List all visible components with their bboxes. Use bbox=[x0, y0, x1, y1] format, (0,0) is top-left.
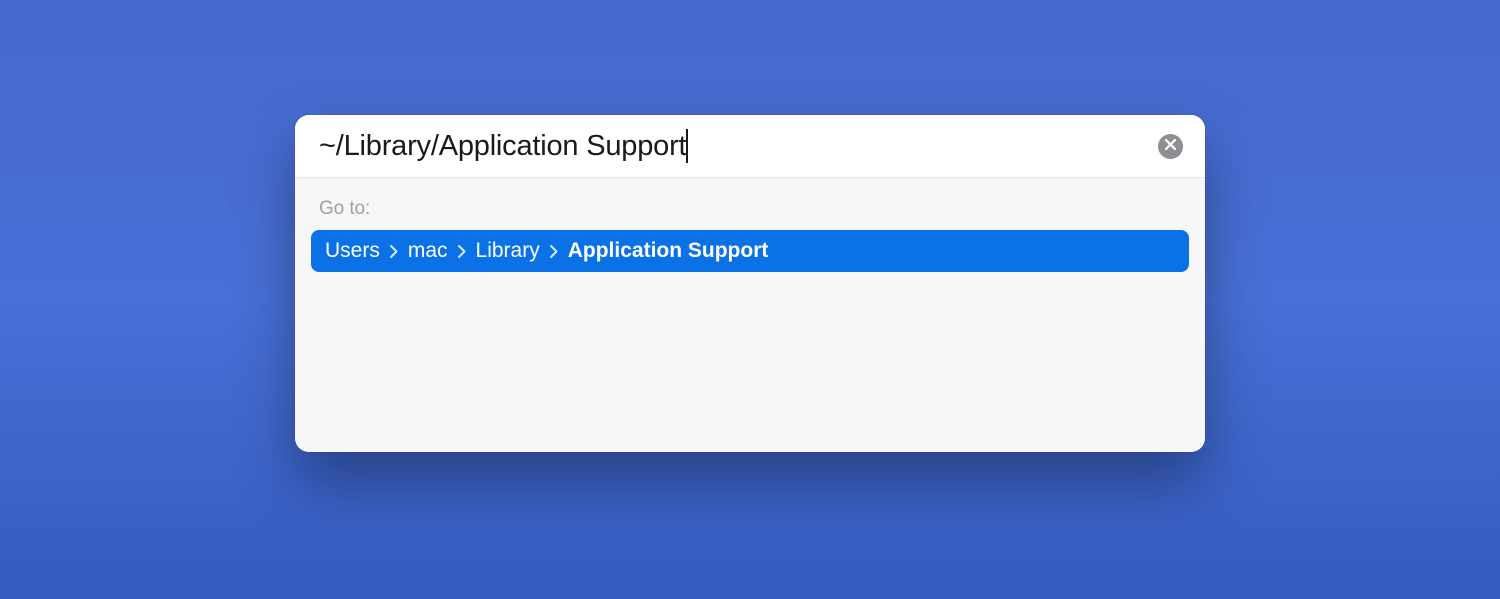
result-row[interactable]: Users mac Library Application Support bbox=[311, 230, 1189, 272]
breadcrumb-segment: mac bbox=[408, 239, 448, 263]
clear-button[interactable] bbox=[1158, 134, 1183, 159]
chevron-right-icon bbox=[550, 245, 558, 258]
chevron-right-icon bbox=[390, 245, 398, 258]
breadcrumb-segment: Library bbox=[476, 239, 540, 263]
close-icon bbox=[1165, 137, 1176, 155]
breadcrumb-segment: Users bbox=[325, 239, 380, 263]
goto-label: Go to: bbox=[311, 198, 1189, 220]
results-panel: Go to: Users mac Library Application Sup… bbox=[295, 178, 1205, 452]
breadcrumb-segment: Application Support bbox=[568, 239, 769, 263]
path-input-row: ~/Library/Application Support bbox=[295, 115, 1205, 178]
text-cursor bbox=[686, 129, 688, 163]
chevron-right-icon bbox=[458, 245, 466, 258]
path-input[interactable]: ~/Library/Application Support bbox=[319, 129, 1146, 163]
path-input-value: ~/Library/Application Support bbox=[319, 130, 686, 163]
go-to-folder-dialog: ~/Library/Application Support Go to: Use… bbox=[295, 115, 1205, 452]
